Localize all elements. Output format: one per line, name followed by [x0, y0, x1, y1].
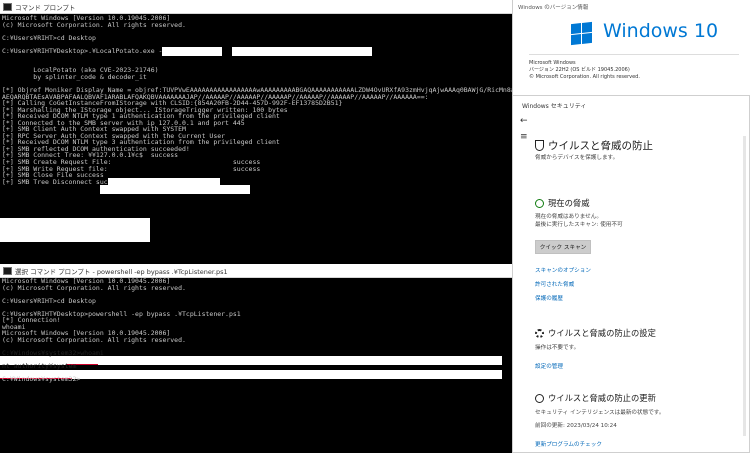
settings-heading: ウイルスと脅威の防止の設定 — [548, 328, 656, 338]
refresh-threat-icon — [535, 199, 544, 208]
security-window[interactable]: Windows セキュリティ ← ≡ ウイルスと脅威の防止 脅威からデバイスを保… — [512, 95, 750, 453]
windows10-wordmark: Windows 10 — [603, 20, 719, 42]
redaction-box — [162, 47, 222, 56]
windows-logo-icon — [571, 21, 592, 46]
top-console-title: コマンド プロンプト — [15, 3, 76, 12]
security-window-title: Windows セキュリティ — [522, 103, 587, 110]
current-threats-heading: 現在の脅威 — [548, 198, 590, 208]
quick-scan-button[interactable]: クイック スキャン — [535, 240, 591, 254]
top-console-window[interactable]: コマンド プロンプト Microsoft Windows [Version 10… — [0, 0, 512, 264]
current-threats-line-1: 現在の脅威はありません。 — [535, 214, 602, 220]
allowed-threats-link[interactable]: 許可された脅威 — [535, 280, 574, 288]
bottom-console-titlebar[interactable]: 選択 コマンド プロンプト - powershell -ep bypass .¥… — [0, 264, 512, 278]
menu-icon[interactable]: ≡ — [520, 132, 528, 142]
about-line-1: Microsoft Windows — [529, 60, 576, 66]
bottom-console-title: 選択 コマンド プロンプト - powershell -ep bypass .¥… — [15, 267, 228, 276]
shield-icon — [535, 140, 544, 151]
scrollbar[interactable] — [743, 136, 746, 436]
protection-history-link[interactable]: 保護の履歴 — [535, 294, 563, 302]
redaction-box — [100, 185, 250, 194]
redaction-box — [232, 47, 372, 56]
redaction-box — [0, 218, 150, 242]
page-title: ウイルスと脅威の防止 — [548, 140, 653, 152]
about-line-3: © Microsoft Corporation. All rights rese… — [529, 74, 640, 80]
top-console-titlebar[interactable]: コマンド プロンプト — [0, 0, 512, 14]
updates-heading: ウイルスと脅威の防止の更新 — [548, 393, 656, 403]
scan-options-link[interactable]: スキャンのオプション — [535, 266, 591, 274]
about-window[interactable]: Windows のバージョン情報 Windows 10 Microsoft Wi… — [512, 0, 750, 98]
settings-description: 操作は不要です。 — [535, 345, 580, 351]
top-console-output[interactable]: Microsoft Windows [Version 10.0.19045.20… — [2, 15, 512, 185]
cmd-icon — [3, 2, 12, 11]
manage-settings-link[interactable]: 設定の管理 — [535, 362, 563, 370]
settings-gear-icon — [535, 329, 544, 338]
about-line-2: バージョン 22H2 (OS ビルド 19045.2006) — [529, 67, 630, 73]
updates-line-1: セキュリティ インテリジェンスは最新の状態です。 — [535, 410, 665, 416]
updates-line-2: 前回の更新: 2023/03/24 10:24 — [535, 423, 617, 429]
current-threats-line-2: 最後に実行したスキャン: 使用不可 — [535, 222, 623, 228]
back-arrow-icon[interactable]: ← — [520, 116, 528, 126]
about-title: Windows のバージョン情報 — [518, 5, 589, 11]
about-divider — [529, 54, 739, 55]
page-description: 脅威からデバイスを保護します。 — [535, 155, 619, 161]
check-updates-link[interactable]: 更新プログラムのチェック — [535, 440, 602, 448]
update-icon — [535, 394, 544, 403]
bottom-console-output[interactable]: Microsoft Windows [Version 10.0.19045.20… — [2, 278, 241, 383]
cmd-icon — [3, 266, 12, 275]
bottom-console-window[interactable]: 選択 コマンド プロンプト - powershell -ep bypass .¥… — [0, 264, 512, 453]
